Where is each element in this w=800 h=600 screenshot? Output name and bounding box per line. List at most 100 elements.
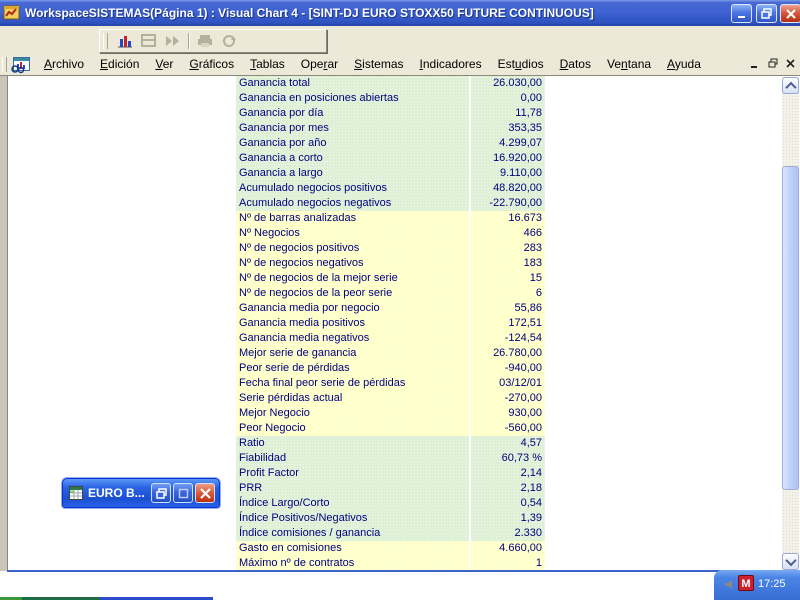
visual-chart-app: WorkspaceSISTEMAS(Página 1) : Visual Cha…	[0, 0, 800, 600]
app-icon[interactable]	[3, 4, 21, 22]
minimized-window-euro[interactable]: EURO B...	[62, 478, 220, 508]
window-bottom-border	[7, 570, 783, 572]
table-row[interactable]: Mejor Negocio 930,00	[236, 406, 545, 421]
vertical-scrollbar[interactable]	[782, 77, 799, 570]
table-row[interactable]: Acumulado negocios negativos -22.790,00	[236, 196, 545, 211]
disabled-table-button[interactable]	[137, 32, 161, 50]
stat-label: Ganancia media positivos	[236, 316, 469, 331]
menu-bar: Archivo Edición Ver Gráficos Tablas Oper…	[0, 54, 800, 75]
stat-value: 6	[471, 286, 545, 301]
menu-item[interactable]: Datos	[552, 54, 599, 75]
menu-item[interactable]: Ayuda	[659, 54, 709, 75]
restore-icon	[768, 58, 777, 68]
speaker-icon[interactable]	[724, 579, 736, 590]
table-row[interactable]: Fecha final peor serie de pérdidas 03/12…	[236, 376, 545, 391]
table-row[interactable]: Serie pérdidas actual -270,00	[236, 391, 545, 406]
stat-value: 172,51	[471, 316, 545, 331]
stat-label: Ganancia en posiciones abiertas	[236, 91, 469, 106]
menu-item[interactable]: Sistemas	[346, 54, 411, 75]
stat-value: 60,73 %	[471, 451, 545, 466]
stat-value: 55,86	[471, 301, 545, 316]
table-row[interactable]: Ganancia por mes 353,35	[236, 121, 545, 136]
table-row[interactable]: Ganancia a largo 9.110,00	[236, 166, 545, 181]
mini-close-button[interactable]	[195, 483, 215, 503]
table-row[interactable]: Peor Negocio -560,00	[236, 421, 545, 436]
menu-item[interactable]: Operar	[293, 54, 346, 75]
table-row[interactable]: Nº de negocios negativos 183	[236, 256, 545, 271]
stat-value: -940,00	[471, 361, 545, 376]
table-row[interactable]: Gasto en comisiones 4.660,00	[236, 541, 545, 556]
minimize-button[interactable]	[731, 4, 752, 23]
stat-value: 0,54	[471, 496, 545, 511]
table-row[interactable]: Índice comisiones / ganancia 2.330	[236, 526, 545, 541]
floating-toolbar	[99, 29, 327, 53]
table-row[interactable]: Ganancia media por negocio 55,86	[236, 301, 545, 316]
table-row[interactable]: Nº de negocios positivos 283	[236, 241, 545, 256]
child-window-icon[interactable]	[10, 56, 32, 74]
scroll-down-icon	[784, 554, 797, 566]
table-row[interactable]: Ganancia media positivos 172,51	[236, 316, 545, 331]
stat-label: Ganancia total	[236, 76, 469, 91]
menu-item[interactable]: Indicadores	[412, 54, 490, 75]
scroll-down-button[interactable]	[782, 553, 799, 570]
mini-restore-button[interactable]	[151, 483, 171, 503]
table-row[interactable]: Mejor serie de ganancia 26.780,00	[236, 346, 545, 361]
table-row[interactable]: Ganancia por día 11,78	[236, 106, 545, 121]
menu-item[interactable]: Tablas	[242, 54, 293, 75]
mdi-minimize-button[interactable]	[747, 56, 762, 70]
table-row[interactable]: Índice Positivos/Negativos 1,39	[236, 511, 545, 526]
menu-item[interactable]: Gráficos	[181, 54, 242, 75]
mdi-restore-button[interactable]	[765, 56, 780, 70]
menubar-grip[interactable]	[2, 57, 7, 72]
stat-label: Ganancia media por negocio	[236, 301, 469, 316]
table-row[interactable]: Acumulado negocios positivos 48.820,00	[236, 181, 545, 196]
disabled-print-button[interactable]	[193, 32, 217, 50]
stat-value: 48.820,00	[471, 181, 545, 196]
stat-value: 1	[471, 556, 545, 571]
table-row[interactable]: Máximo nº de contratos 1	[236, 556, 545, 571]
messenger-tray-icon[interactable]: M	[738, 575, 754, 591]
disabled-refresh-button[interactable]	[217, 32, 241, 50]
table-row[interactable]: Índice Largo/Corto 0,54	[236, 496, 545, 511]
table-row[interactable]: Ratio 4,57	[236, 436, 545, 451]
scrollbar-thumb[interactable]	[782, 166, 799, 490]
menu-item[interactable]: Archivo	[36, 54, 92, 75]
stat-label: Fecha final peor serie de pérdidas	[236, 376, 469, 391]
mini-maximize-button[interactable]	[173, 483, 193, 503]
table-row[interactable]: Nº de negocios de la mejor serie 15	[236, 271, 545, 286]
disabled-forward-button[interactable]	[161, 32, 185, 50]
clock[interactable]: 17:25	[758, 570, 786, 598]
printer-icon	[198, 35, 212, 47]
taskbar-system-tray[interactable]: M 17:25	[714, 570, 800, 600]
close-button[interactable]	[780, 4, 800, 23]
menu-item[interactable]: Ver	[147, 54, 181, 75]
table-row[interactable]: Peor serie de pérdidas -940,00	[236, 361, 545, 376]
stat-value: 4.299,07	[471, 136, 545, 151]
minimized-window-title: EURO B...	[88, 486, 145, 500]
table-row[interactable]: Nº Negocios 466	[236, 226, 545, 241]
table-row[interactable]: Profit Factor 2,14	[236, 466, 545, 481]
scroll-up-button[interactable]	[782, 77, 799, 94]
table-row[interactable]: Nº de barras analizadas 16.673	[236, 211, 545, 226]
menu-item[interactable]: Edición	[92, 54, 147, 75]
table-row[interactable]: PRR 2,18	[236, 481, 545, 496]
table-row[interactable]: Ganancia a corto 16.920,00	[236, 151, 545, 166]
table-row[interactable]: Ganancia total 26.030,00	[236, 76, 545, 91]
table-row[interactable]: Ganancia en posiciones abiertas 0,00	[236, 91, 545, 106]
menu-item[interactable]: Ventana	[599, 54, 659, 75]
stat-value: 26.030,00	[471, 76, 545, 91]
restore-button[interactable]	[756, 4, 777, 23]
stat-value: 2,14	[471, 466, 545, 481]
table-row[interactable]: Fiabilidad 60,73 %	[236, 451, 545, 466]
toolbar-grip[interactable]	[103, 33, 108, 49]
table-row[interactable]: Nº de negocios de la peor serie 6	[236, 286, 545, 301]
refresh-icon	[223, 35, 236, 47]
table-row[interactable]: Ganancia por año 4.299,07	[236, 136, 545, 151]
mdi-close-button[interactable]	[783, 56, 798, 70]
chart-toolbar-button[interactable]	[113, 32, 137, 50]
stat-label: Máximo nº de contratos	[236, 556, 469, 571]
minimize-icon	[751, 65, 757, 68]
menu-item[interactable]: Estudios	[490, 54, 552, 75]
table-row[interactable]: Ganancia media negativos -124,54	[236, 331, 545, 346]
stat-label: Nº Negocios	[236, 226, 469, 241]
